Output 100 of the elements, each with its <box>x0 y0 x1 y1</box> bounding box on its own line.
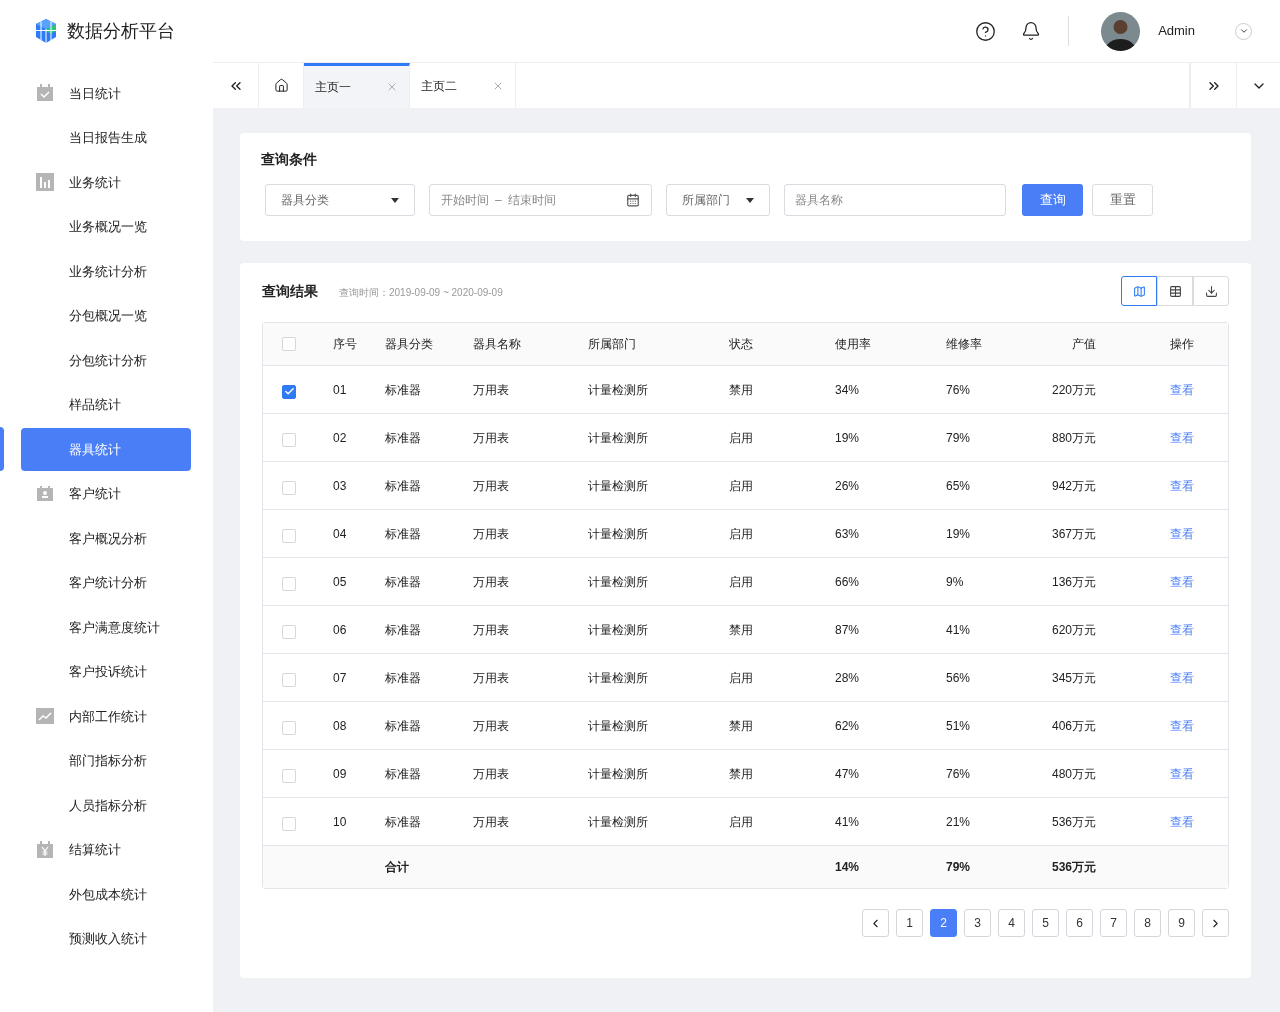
summary-cell-text: 536万元 <box>1051 859 1096 876</box>
download-view-button[interactable] <box>1193 276 1229 306</box>
table-cell-text: 计量检测所 <box>588 669 648 687</box>
select-field[interactable]: 所属部门 <box>666 184 770 216</box>
table-view-button[interactable] <box>1157 276 1193 306</box>
table-cell-text: 计量检测所 <box>588 765 648 783</box>
table-cell-text: 51% <box>946 717 971 735</box>
table-cell-text: 标准器 <box>385 717 421 735</box>
table-cell-text: 万用表 <box>473 765 509 783</box>
summary-cell-text: 14% <box>835 859 861 876</box>
column-header: 序号 <box>333 336 357 353</box>
close-icon[interactable] <box>386 81 398 93</box>
page-button[interactable]: 3 <box>964 909 991 937</box>
sidebar-item[interactable]: 业务统计分析 <box>21 249 191 293</box>
column-header: 产值 <box>1072 336 1096 353</box>
page-button[interactable]: 9 <box>1168 909 1195 937</box>
sidebar-group[interactable]: 业务统计 <box>69 172 121 192</box>
page-button[interactable]: 1 <box>896 909 923 937</box>
sidebar-item[interactable]: 外包成本统计 <box>21 872 191 916</box>
view-link[interactable]: 查看 <box>1170 572 1194 591</box>
sidebar-group[interactable]: 结算统计 <box>69 840 121 860</box>
table-icon <box>1168 284 1182 298</box>
sidebar-item[interactable]: 部门指标分析 <box>21 739 191 783</box>
view-link[interactable]: 查看 <box>1170 524 1194 543</box>
home-icon <box>273 78 289 93</box>
sidebar-item[interactable]: 器具统计 <box>21 427 191 471</box>
reset-button[interactable]: 重置 <box>1092 184 1153 216</box>
column-header: 器具分类 <box>385 336 433 353</box>
avatar[interactable] <box>1101 11 1141 51</box>
sidebar-group[interactable]: 客户统计 <box>69 484 121 504</box>
column-header: 所属部门 <box>588 336 636 353</box>
sidebar-group[interactable]: 内部工作统计 <box>69 706 147 726</box>
date-range-field[interactable]: 开始时间 – 结束时间 <box>429 184 652 216</box>
table-cell-text: 标准器 <box>385 621 421 639</box>
calendar-check-icon <box>36 84 54 103</box>
table-cell-text: 65% <box>946 477 971 495</box>
name-input-field[interactable]: 器具名称 <box>784 184 1006 216</box>
sidebar-item[interactable]: 客户概况分析 <box>21 516 191 560</box>
id-card-icon <box>36 484 54 503</box>
view-link[interactable]: 查看 <box>1170 620 1194 639</box>
sidebar-item[interactable]: 分包概况一览 <box>21 294 191 338</box>
sidebar-group[interactable]: 当日统计 <box>69 83 121 103</box>
table-cell-text: 03 <box>333 477 347 495</box>
sidebar-item[interactable]: 客户满意度统计 <box>21 605 191 649</box>
table-cell-text: 计量检测所 <box>588 429 648 447</box>
page-button[interactable]: 5 <box>1032 909 1059 937</box>
table-cell-text: 标准器 <box>385 765 421 783</box>
select-field[interactable]: 器具分类 <box>265 184 415 216</box>
table-cell-text: 56% <box>946 669 971 687</box>
table-cell-text: 01 <box>333 381 347 399</box>
row-checkbox[interactable] <box>282 384 296 399</box>
page-button[interactable]: 6 <box>1066 909 1093 937</box>
sidebar-item[interactable]: 预测收入统计 <box>21 917 191 961</box>
table-cell-text: 08 <box>333 717 347 735</box>
sidebar-item[interactable]: 样品统计 <box>21 383 191 427</box>
sidebar-item[interactable]: 当日报告生成 <box>21 116 191 160</box>
query-time-text: 查询时间：2019-09-09 ~ 2020-09-09 <box>339 285 503 300</box>
table-cell-text: 76% <box>946 765 971 783</box>
cube-logo-icon <box>34 18 58 44</box>
page-button[interactable]: 4 <box>998 909 1025 937</box>
table-cell-text: 禁用 <box>729 717 753 735</box>
table-cell-text: 880万元 <box>1051 429 1096 447</box>
help-icon[interactable] <box>975 20 997 42</box>
table-cell-text: 标准器 <box>385 429 421 447</box>
table-cell-text: 79% <box>946 429 971 447</box>
view-link[interactable]: 查看 <box>1170 812 1194 831</box>
previous-page-button[interactable] <box>862 909 889 937</box>
table-cell-text: 万用表 <box>473 669 509 687</box>
view-link[interactable]: 查看 <box>1170 380 1194 399</box>
view-link[interactable]: 查看 <box>1170 428 1194 447</box>
map-view-button[interactable] <box>1121 276 1157 306</box>
table-cell-text: 02 <box>333 429 347 447</box>
sidebar-item[interactable]: 业务概况一览 <box>21 205 191 249</box>
chevron-down-icon <box>1238 26 1249 36</box>
view-link[interactable]: 查看 <box>1170 764 1194 783</box>
bell-icon[interactable] <box>1021 21 1042 41</box>
sidebar-item[interactable]: 分包统计分析 <box>21 338 191 382</box>
table-cell-text: 06 <box>333 621 347 639</box>
table-cell-text: 计量检测所 <box>588 573 648 591</box>
search-button[interactable]: 查询 <box>1022 184 1083 216</box>
line-chart-icon <box>36 707 54 726</box>
sidebar-item[interactable]: 人员指标分析 <box>21 783 191 827</box>
page-button[interactable]: 8 <box>1134 909 1161 937</box>
view-link[interactable]: 查看 <box>1170 668 1194 687</box>
table-cell-text: 09 <box>333 765 347 783</box>
sidebar-item[interactable]: 客户统计分析 <box>21 561 191 605</box>
table-cell-text: 07 <box>333 669 347 687</box>
page-button[interactable]: 7 <box>1100 909 1127 937</box>
sidebar-item[interactable]: 客户投诉统计 <box>21 650 191 694</box>
page-tab[interactable]: 主页一 <box>304 63 410 108</box>
next-page-button[interactable] <box>1202 909 1229 937</box>
table-cell-text: 禁用 <box>729 381 753 399</box>
view-link[interactable]: 查看 <box>1170 476 1194 495</box>
table-cell-text: 启用 <box>729 525 753 543</box>
table-cell-text: 计量检测所 <box>588 381 648 399</box>
page-button[interactable]: 2 <box>930 909 957 937</box>
table-cell-text: 21% <box>946 813 971 831</box>
table-cell-text: 66% <box>835 573 860 591</box>
table-cell-text: 536万元 <box>1051 813 1096 831</box>
view-link[interactable]: 查看 <box>1170 716 1194 735</box>
